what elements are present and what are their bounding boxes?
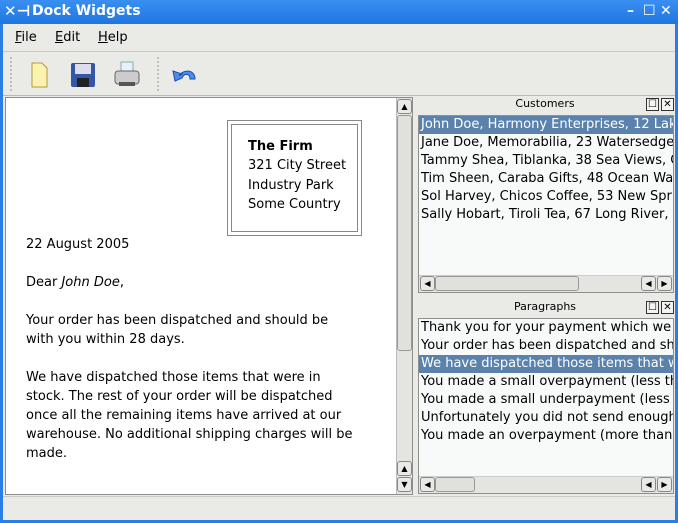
print-icon[interactable]: [111, 59, 143, 91]
window-title: Dock Widgets: [32, 3, 141, 19]
scroll-thumb[interactable]: [435, 477, 475, 492]
list-item[interactable]: Tammy Shea, Tiblanka, 38 Sea Views, Carl…: [419, 152, 673, 170]
scroll-thumb[interactable]: [397, 115, 412, 351]
customers-list[interactable]: John Doe, Harmony Enterprises, 12 Lakesi…: [418, 115, 674, 293]
scroll-down-button[interactable]: ▼: [397, 477, 412, 492]
firm-area: Industry Park: [248, 177, 334, 193]
firm-street: 321 City Street: [248, 158, 347, 174]
firm-country: Some Country: [248, 196, 341, 212]
firm-name: The Firm: [248, 139, 313, 154]
list-item[interactable]: Thank you for your payment which we have…: [419, 319, 673, 337]
scroll-thumb[interactable]: [435, 276, 579, 291]
float-button[interactable]: ☐: [646, 98, 659, 111]
list-item[interactable]: You made an overpayment (more than $5).: [419, 427, 673, 445]
title-bar: ✕⊣ Dock Widgets – ☐ ✕: [0, 0, 678, 24]
menu-file[interactable]: File: [15, 30, 37, 45]
new-letter-icon[interactable]: [23, 59, 55, 91]
scroll-up-button[interactable]: ▲: [397, 461, 412, 476]
undo-icon[interactable]: [169, 59, 201, 91]
close-button[interactable]: ✕: [660, 3, 672, 19]
scroll-right-button[interactable]: ▶: [657, 276, 672, 291]
list-item[interactable]: Sally Hobart, Tiroli Tea, 67 Long River,…: [419, 206, 673, 224]
scroll-right-button[interactable]: ▶: [657, 477, 672, 492]
dock-close-button[interactable]: ✕: [661, 301, 674, 314]
toolbar-handle[interactable]: [157, 57, 160, 91]
letter-date: 22 August 2005: [26, 237, 130, 252]
letter-paragraph: Your order has been dispatched and shoul…: [26, 313, 329, 347]
list-item[interactable]: Sol Harvey, Chicos Coffee, 53 New Spring…: [419, 188, 673, 206]
list-item[interactable]: John Doe, Harmony Enterprises, 12 Lakesi…: [419, 116, 673, 134]
toolbar: [3, 53, 675, 96]
list-item[interactable]: Unfortunately you did not send enough mo…: [419, 409, 673, 427]
dock-close-button[interactable]: ✕: [661, 98, 674, 111]
maximize-button[interactable]: ☐: [643, 3, 656, 19]
letter-editor[interactable]: The Firm 321 City Street Industry Park S…: [5, 97, 413, 495]
app-menu-icon[interactable]: ✕⊣: [4, 2, 30, 20]
list-item[interactable]: Your order has been dispatched and shoul…: [419, 337, 673, 355]
dock-title-bar[interactable]: Paragraphs ☐ ✕: [416, 300, 674, 316]
letter-greeting: Dear John Doe,: [26, 275, 124, 290]
scroll-up-button[interactable]: ▲: [397, 99, 412, 114]
scroll-left-button[interactable]: ◀: [641, 477, 656, 492]
letter-paragraph: We have dispatched those items that were…: [26, 370, 353, 461]
scroll-left-button[interactable]: ◀: [420, 477, 435, 492]
scroll-left-button[interactable]: ◀: [641, 276, 656, 291]
menu-help[interactable]: Help: [98, 30, 128, 45]
list-item[interactable]: Jane Doe, Memorabilia, 23 Watersedge, Be…: [419, 134, 673, 152]
paragraphs-list[interactable]: Thank you for your payment which we have…: [418, 318, 674, 494]
list-item[interactable]: We have dispatched those items that were…: [419, 355, 673, 373]
customers-dock: Customers ☐ ✕ John Doe, Harmony Enterpri…: [416, 97, 674, 295]
main-window: File Edit Help The Firm 321 City Street …: [3, 24, 675, 520]
float-button[interactable]: ☐: [646, 301, 659, 314]
menu-bar: File Edit Help: [3, 24, 675, 52]
list-item[interactable]: You made a small overpayment (less than …: [419, 373, 673, 391]
paragraphs-dock: Paragraphs ☐ ✕ Thank you for your paymen…: [416, 300, 674, 496]
list-item[interactable]: Tim Sheen, Caraba Gifts, 48 Ocean Way, D…: [419, 170, 673, 188]
horizontal-scrollbar[interactable]: ◀ ◀ ▶: [419, 275, 673, 292]
firm-address-box: The Firm 321 City Street Industry Park S…: [227, 120, 362, 236]
status-bar: [3, 496, 675, 520]
list-item[interactable]: You made a small underpayment (less than…: [419, 391, 673, 409]
save-icon[interactable]: [67, 59, 99, 91]
toolbar-handle[interactable]: [10, 57, 13, 91]
scroll-left-button[interactable]: ◀: [420, 276, 435, 291]
horizontal-scrollbar[interactable]: ◀ ◀ ▶: [419, 476, 673, 493]
menu-edit[interactable]: Edit: [55, 30, 80, 45]
vertical-scrollbar[interactable]: ▲ ▲ ▼: [396, 98, 412, 494]
dock-title-bar[interactable]: Customers ☐ ✕: [416, 97, 674, 113]
minimize-button[interactable]: –: [627, 3, 634, 19]
